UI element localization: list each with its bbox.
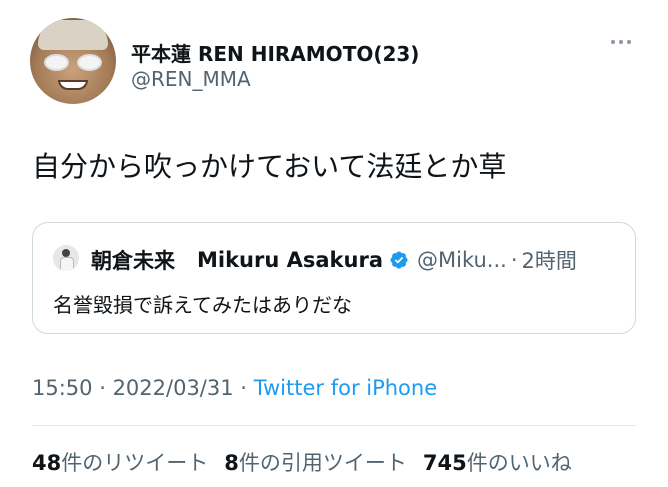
quotes-label: 件の引用ツイート <box>238 451 407 475</box>
likes-stat[interactable]: 745件のいいね <box>423 451 572 475</box>
tweet-date[interactable]: 2022/03/31 <box>113 376 234 400</box>
avatar-hair <box>38 20 108 50</box>
tweet-meta: 15:50 · 2022/03/31 · Twitter for iPhone <box>32 376 437 400</box>
likes-label: 件のいいね <box>466 451 572 475</box>
quotes-stat[interactable]: 8件の引用ツイート <box>224 451 407 475</box>
quoted-author-name-jp[interactable]: 朝倉未来 <box>91 245 175 275</box>
tweet-text: 自分から吹っかけておいて法廷とか草 <box>32 150 507 183</box>
quoted-author-avatar[interactable] <box>53 245 79 271</box>
verified-badge-icon <box>390 251 408 269</box>
likes-count: 745 <box>422 451 467 475</box>
tweet-stats: 48件のリツイート 8件の引用ツイート 745件のいいね <box>32 447 572 477</box>
quoted-author-name-en[interactable]: Mikuru Asakura <box>197 248 383 272</box>
meta-separator: · <box>92 376 113 400</box>
quoted-timestamp[interactable]: 2時間 <box>522 245 577 275</box>
meta-separator: · <box>233 376 254 400</box>
retweets-count: 48 <box>32 451 62 475</box>
avatar-mouth <box>58 80 88 90</box>
more-horizontal-icon[interactable] <box>611 35 637 49</box>
quotes-count: 8 <box>224 451 239 475</box>
quoted-tweet-text: 名誉毀損で訴えてみたはありだな <box>53 293 352 317</box>
author-username[interactable]: @REN_MMA <box>131 67 251 91</box>
tweet-time[interactable]: 15:50 <box>32 376 93 400</box>
quoted-tweet[interactable]: 朝倉未来 Mikuru Asakura @Miku... · 2時間 名誉毀損で… <box>32 222 636 334</box>
avatar-glasses <box>44 54 102 72</box>
quoted-author-handle[interactable]: @Miku... <box>417 248 507 272</box>
retweets-stat[interactable]: 48件のリツイート <box>32 451 208 475</box>
divider <box>32 425 636 426</box>
quoted-separator: · <box>510 248 518 272</box>
author-avatar[interactable] <box>30 18 116 104</box>
tweet-source-link[interactable]: Twitter for iPhone <box>254 376 438 400</box>
quoted-tweet-header: 朝倉未来 Mikuru Asakura @Miku... · 2時間 <box>91 245 577 275</box>
author-display-name[interactable]: 平本蓮 REN HIRAMOTO(23) <box>131 38 419 67</box>
retweets-label: 件のリツイート <box>61 451 209 475</box>
